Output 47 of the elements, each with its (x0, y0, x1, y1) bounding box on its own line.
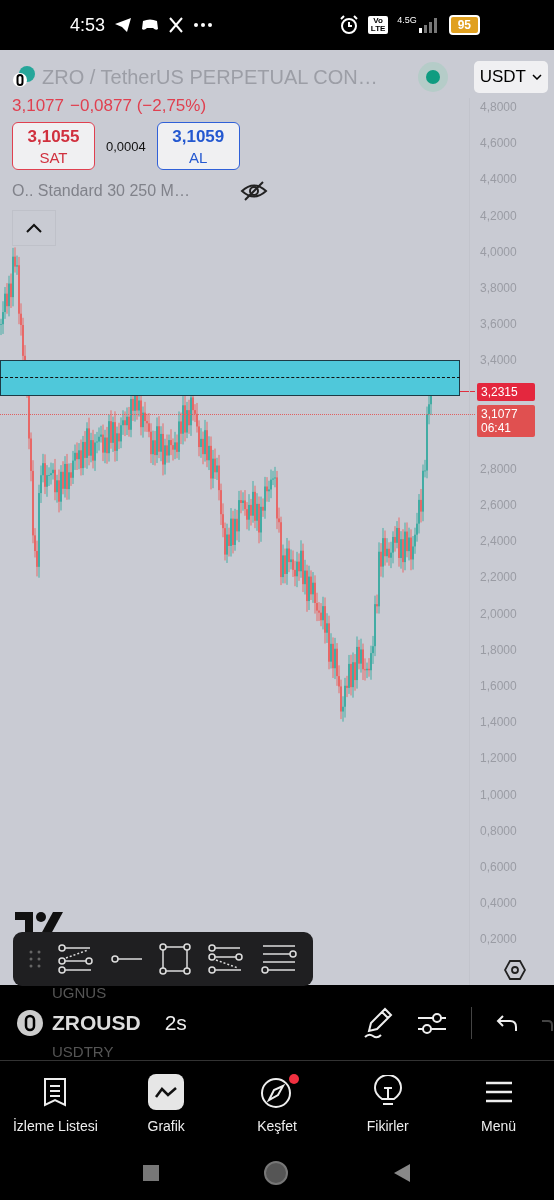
sell-button[interactable]: 3,1055 SAT (12, 122, 95, 170)
buy-button[interactable]: 3,1059 AL (156, 122, 240, 170)
lines-tool-icon[interactable] (260, 944, 297, 974)
signal-icon (417, 17, 440, 33)
nav-tab[interactable]: Fikirler (332, 1061, 444, 1146)
home-button[interactable] (264, 1161, 288, 1185)
spread-value: 0,0004 (106, 138, 146, 154)
network-type: 4.5G (397, 15, 417, 25)
paper-plane-icon (114, 17, 133, 33)
chevron-up-icon (25, 223, 43, 233)
logo-icon (15, 912, 63, 934)
nav-tab[interactable]: İzleme Listesi (0, 1061, 111, 1146)
rectangle-tool-icon[interactable] (159, 943, 192, 975)
pencil-icon[interactable] (363, 1006, 393, 1039)
nav-tab[interactable]: Menü (443, 1061, 554, 1146)
interval-selector[interactable]: 2s (164, 1010, 187, 1035)
nav-tab[interactable]: Keşfet (221, 1061, 333, 1146)
notification-dot (289, 1073, 299, 1084)
menu-icon (484, 1080, 513, 1103)
undo-icon[interactable] (496, 1013, 518, 1032)
coin-logo-icon (12, 65, 36, 89)
bookmark-list-icon (42, 1076, 69, 1107)
currency-dropdown[interactable]: USDT (473, 61, 548, 93)
price-tag: 3,1077 06:41 (477, 405, 535, 437)
last-price: 3,1077 (12, 96, 64, 116)
price-tag: 3,2315 (477, 383, 535, 401)
drag-handle-icon[interactable] (29, 949, 42, 969)
line-tool-icon[interactable] (110, 954, 143, 964)
fib-tool-icon[interactable] (207, 944, 244, 974)
collapse-button[interactable] (12, 210, 56, 246)
hidden-eye-icon[interactable] (239, 180, 268, 202)
battery-level: 95 (448, 15, 480, 35)
volte-badge: Vo LTE (368, 16, 389, 34)
more-icon (193, 22, 214, 28)
x-logo-icon (168, 17, 185, 33)
price-change: −0,0877 (−2,75%) (70, 96, 207, 116)
zone-rectangle[interactable] (0, 360, 460, 396)
nav-tab[interactable]: Grafik (110, 1061, 222, 1146)
alarm-icon (339, 15, 360, 35)
status-time: 4:53 (70, 14, 106, 36)
leader-line (460, 391, 475, 392)
pitchfork-tool-icon[interactable] (58, 944, 94, 974)
coin-logo-icon (16, 1008, 44, 1037)
back-button[interactable] (393, 1163, 411, 1183)
caret-icon (532, 74, 542, 80)
symbol-selector[interactable]: ZROUSD (52, 1010, 141, 1035)
settings-icon[interactable] (504, 959, 526, 981)
